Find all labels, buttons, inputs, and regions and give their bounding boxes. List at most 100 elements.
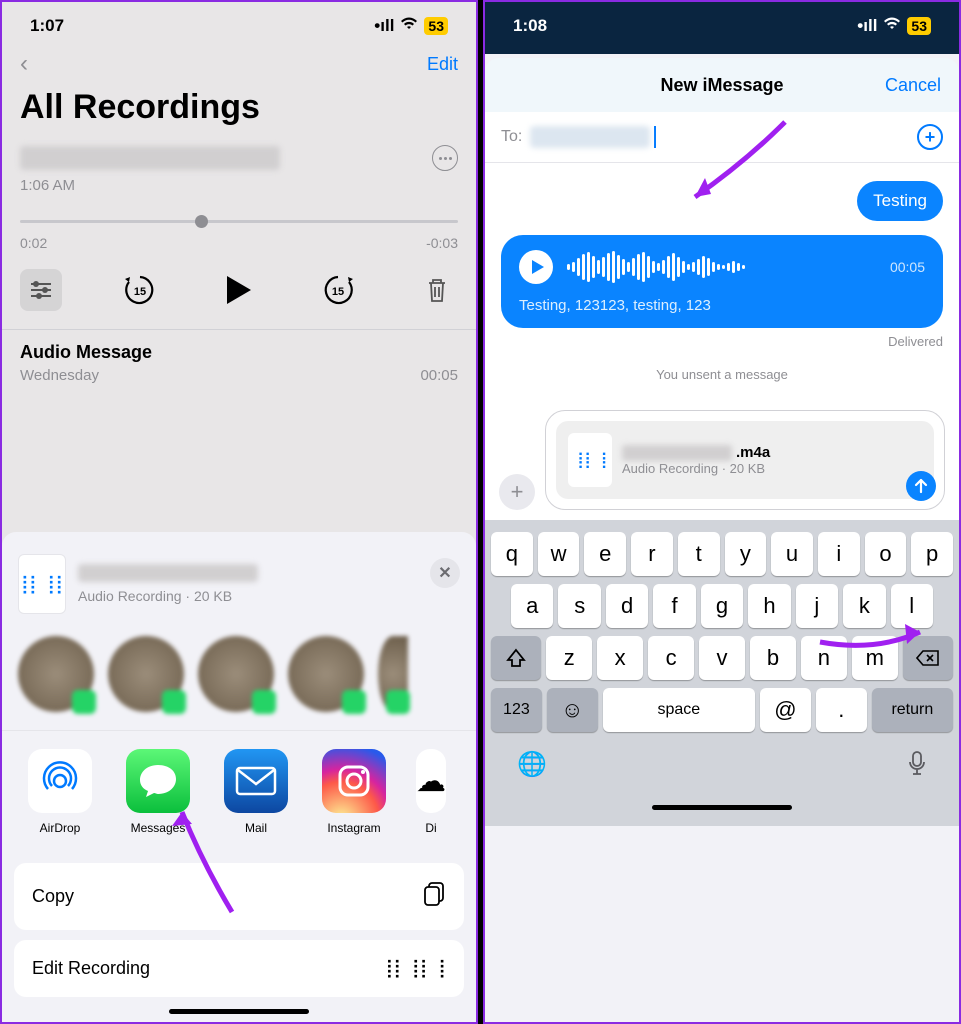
delivered-status: Delivered (888, 334, 943, 349)
waveform-icon: ⢸⡇⢸⡇ (16, 574, 69, 595)
instagram-icon (322, 749, 386, 813)
compose-title: New iMessage (660, 75, 783, 96)
dictation-key[interactable] (907, 750, 927, 783)
space-key[interactable]: space (603, 688, 755, 732)
edit-recording-action[interactable]: Edit Recording ⢸⡇⢸⡇⢸ (14, 940, 464, 997)
share-app-instagram[interactable]: Instagram (318, 749, 390, 835)
share-app-more[interactable]: ☁ Di (416, 749, 446, 835)
share-app-messages[interactable]: Messages (122, 749, 194, 835)
share-contact[interactable] (378, 636, 408, 712)
file-subtitle: Audio Recording · 20 KB (78, 588, 258, 604)
cancel-button[interactable]: Cancel (885, 75, 941, 96)
return-key[interactable]: return (872, 688, 953, 732)
back-button[interactable]: ‹ (20, 50, 28, 78)
edit-button[interactable]: Edit (427, 54, 458, 75)
key-r[interactable]: r (631, 532, 673, 576)
key-v[interactable]: v (699, 636, 745, 680)
at-key[interactable]: @ (760, 688, 811, 732)
wifi-icon (883, 16, 901, 36)
phone-voice-memos: 1:07 •ıll 53 ‹ Edit All Recordings 1:06 … (0, 0, 478, 1024)
key-w[interactable]: w (538, 532, 580, 576)
share-app-airdrop[interactable]: AirDrop (24, 749, 96, 835)
playback-scrubber[interactable] (20, 220, 458, 223)
status-time: 1:07 (30, 16, 64, 36)
play-button[interactable] (218, 269, 260, 311)
share-contacts-row (2, 626, 476, 731)
key-g[interactable]: g (701, 584, 743, 628)
key-l[interactable]: l (891, 584, 933, 628)
key-u[interactable]: u (771, 532, 813, 576)
copy-action[interactable]: Copy (14, 863, 464, 930)
share-app-mail[interactable]: Mail (220, 749, 292, 835)
keyboard: qwertyuiop asdfghjkl zxcvbnm 123 ☺ space… (485, 520, 959, 826)
recipient-redacted (530, 126, 650, 148)
key-c[interactable]: c (648, 636, 694, 680)
key-m[interactable]: m (852, 636, 898, 680)
compose-header: New iMessage Cancel (485, 58, 959, 112)
playback-settings-button[interactable] (20, 269, 62, 311)
to-field[interactable]: To: + (485, 112, 959, 163)
share-contact[interactable] (108, 636, 184, 712)
play-audio-button[interactable] (519, 250, 553, 284)
signal-icon: •ıll (374, 16, 394, 36)
waveform-icon: ⢸⡇⢸⡇⢸ (380, 958, 446, 979)
message-thread: Testing 00:05 Testing, 123123, testing, … (485, 163, 959, 400)
phone-messages: 1:08 •ıll 53 New iMessage Cancel To: + T… (483, 0, 961, 1024)
share-contact[interactable] (288, 636, 364, 712)
more-button[interactable] (432, 145, 458, 171)
remaining-time: -0:03 (426, 235, 458, 251)
key-z[interactable]: z (546, 636, 592, 680)
recording-item[interactable]: Audio Message Wednesday 00:05 (2, 329, 476, 396)
recording-name-redacted (20, 146, 280, 170)
emoji-key[interactable]: ☺ (547, 688, 598, 732)
key-h[interactable]: h (748, 584, 790, 628)
globe-key[interactable]: 🌐 (517, 750, 547, 783)
key-q[interactable]: q (491, 532, 533, 576)
status-time: 1:08 (513, 16, 547, 36)
delete-button[interactable] (416, 269, 458, 311)
home-indicator[interactable] (169, 1009, 309, 1014)
key-p[interactable]: p (911, 532, 953, 576)
backspace-key[interactable] (903, 636, 953, 680)
audio-transcript: Testing, 123123, testing, 123 (519, 297, 925, 314)
key-n[interactable]: n (801, 636, 847, 680)
share-contact[interactable] (18, 636, 94, 712)
sent-message[interactable]: Testing (857, 181, 943, 221)
mail-icon (224, 749, 288, 813)
number-key[interactable]: 123 (491, 688, 542, 732)
recording-title: Audio Message (20, 342, 458, 363)
skip-back-15-button[interactable]: 15 (119, 269, 161, 311)
battery-indicator: 53 (424, 17, 448, 35)
send-button[interactable] (906, 471, 936, 501)
key-k[interactable]: k (843, 584, 885, 628)
key-t[interactable]: t (678, 532, 720, 576)
share-contact[interactable] (198, 636, 274, 712)
attachment-name-redacted (622, 445, 732, 461)
svg-text:15: 15 (134, 286, 146, 298)
key-j[interactable]: j (796, 584, 838, 628)
key-x[interactable]: x (597, 636, 643, 680)
key-e[interactable]: e (584, 532, 626, 576)
recording-day: Wednesday (20, 367, 99, 384)
key-y[interactable]: y (725, 532, 767, 576)
home-indicator[interactable] (652, 805, 792, 810)
key-f[interactable]: f (653, 584, 695, 628)
unsent-notice: You unsent a message (501, 367, 943, 382)
shift-key[interactable] (491, 636, 541, 680)
dot-key[interactable]: . (816, 688, 867, 732)
attachment-preview[interactable]: ⢸⡇⢸ .m4a Audio Recording · 20 KB (556, 421, 934, 499)
add-attachment-button[interactable]: + (499, 474, 535, 510)
add-contact-button[interactable]: + (917, 124, 943, 150)
key-b[interactable]: b (750, 636, 796, 680)
audio-message-bubble[interactable]: 00:05 Testing, 123123, testing, 123 (501, 235, 943, 328)
key-i[interactable]: i (818, 532, 860, 576)
recording-duration: 00:05 (420, 367, 458, 384)
key-s[interactable]: s (558, 584, 600, 628)
key-o[interactable]: o (865, 532, 907, 576)
page-title: All Recordings (2, 84, 476, 137)
compose-input[interactable]: ⢸⡇⢸ .m4a Audio Recording · 20 KB (545, 410, 945, 510)
close-button[interactable]: ✕ (430, 558, 460, 588)
key-a[interactable]: a (511, 584, 553, 628)
skip-forward-15-button[interactable]: 15 (317, 269, 359, 311)
key-d[interactable]: d (606, 584, 648, 628)
